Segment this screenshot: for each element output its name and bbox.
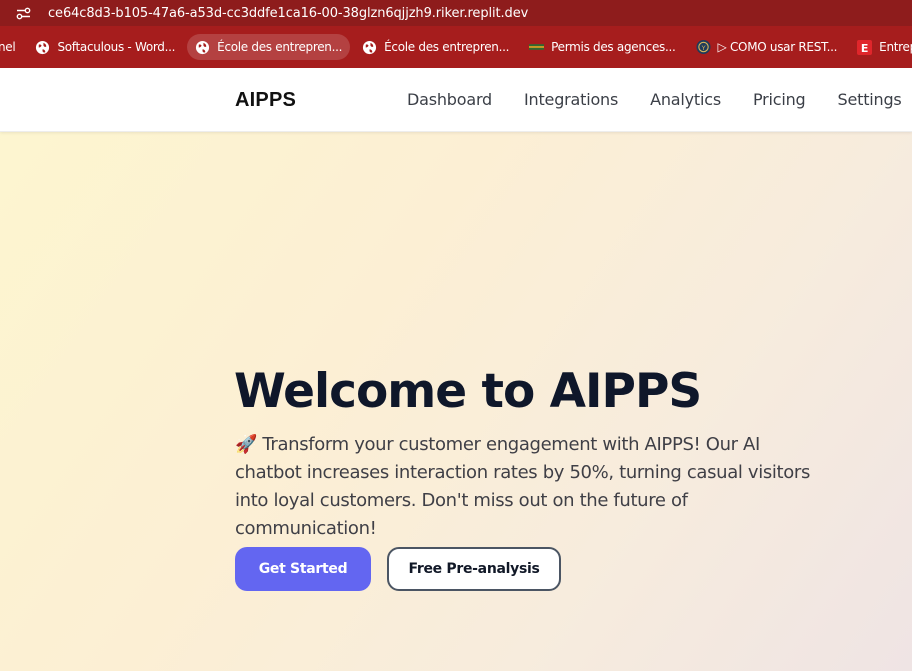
nav-links: Dashboard Integrations Analytics Pricing… — [407, 90, 912, 109]
address-bar: ce64c8d3-b105-47a6-a53d-cc3ddfe1ca16-00-… — [0, 0, 912, 26]
brand-logo[interactable]: AIPPS — [235, 89, 296, 112]
svg-text:E: E — [861, 42, 868, 55]
url-text[interactable]: ce64c8d3-b105-47a6-a53d-cc3ddfe1ca16-00-… — [48, 6, 528, 21]
bookmark-item[interactable]: École des entrepren... — [354, 34, 517, 60]
free-pre-analysis-button[interactable]: Free Pre-analysis — [387, 547, 561, 591]
globe-icon — [35, 40, 50, 55]
page: AIPPS Dashboard Integrations Analytics P… — [0, 68, 912, 671]
bookmark-label: École des entrepren... — [217, 40, 343, 54]
bookmark-item[interactable]: Permis des agences... — [521, 34, 683, 60]
bookmark-label: Softaculous - Word... — [57, 40, 176, 54]
bookmark-item[interactable]: E Entrepreneurs im — [849, 34, 912, 60]
bookmark-item[interactable]: Softaculous - Word... — [27, 34, 183, 60]
nav-link-analytics[interactable]: Analytics — [650, 90, 721, 109]
nav-link-settings[interactable]: Settings — [838, 90, 902, 109]
nav-link-pricing[interactable]: Pricing — [753, 90, 806, 109]
globe-icon — [362, 40, 377, 55]
hero-title: Welcome to AIPPS — [234, 364, 702, 419]
nav-link-integrations[interactable]: Integrations — [524, 90, 618, 109]
bookmark-item[interactable]: nel — [0, 34, 23, 60]
bookmark-label: Permis des agences... — [551, 40, 676, 54]
e-icon: E — [857, 39, 873, 55]
get-started-button[interactable]: Get Started — [235, 547, 371, 591]
nav-link-dashboard[interactable]: Dashboard — [407, 90, 492, 109]
hero-description: 🚀 Transform your customer engagement wit… — [235, 434, 810, 539]
bookmark-item[interactable]: École des entrepren... — [187, 34, 351, 60]
bookmark-item[interactable]: Y ▷ COMO usar REST... — [688, 34, 846, 60]
bookmarks-bar: nel Softaculous - Word... École des entr… — [0, 26, 912, 68]
top-navigation: AIPPS Dashboard Integrations Analytics P… — [0, 68, 912, 132]
bookmark-label: Entrepreneurs im — [879, 40, 912, 54]
bookmark-label: ▷ COMO usar REST... — [717, 40, 838, 54]
seal-icon: Y — [696, 39, 711, 55]
bookmark-label: nel — [0, 40, 16, 54]
flag-icon — [529, 40, 545, 55]
bookmark-label: École des entrepren... — [384, 40, 510, 54]
globe-icon — [195, 40, 210, 55]
site-info-icon[interactable] — [10, 2, 36, 24]
